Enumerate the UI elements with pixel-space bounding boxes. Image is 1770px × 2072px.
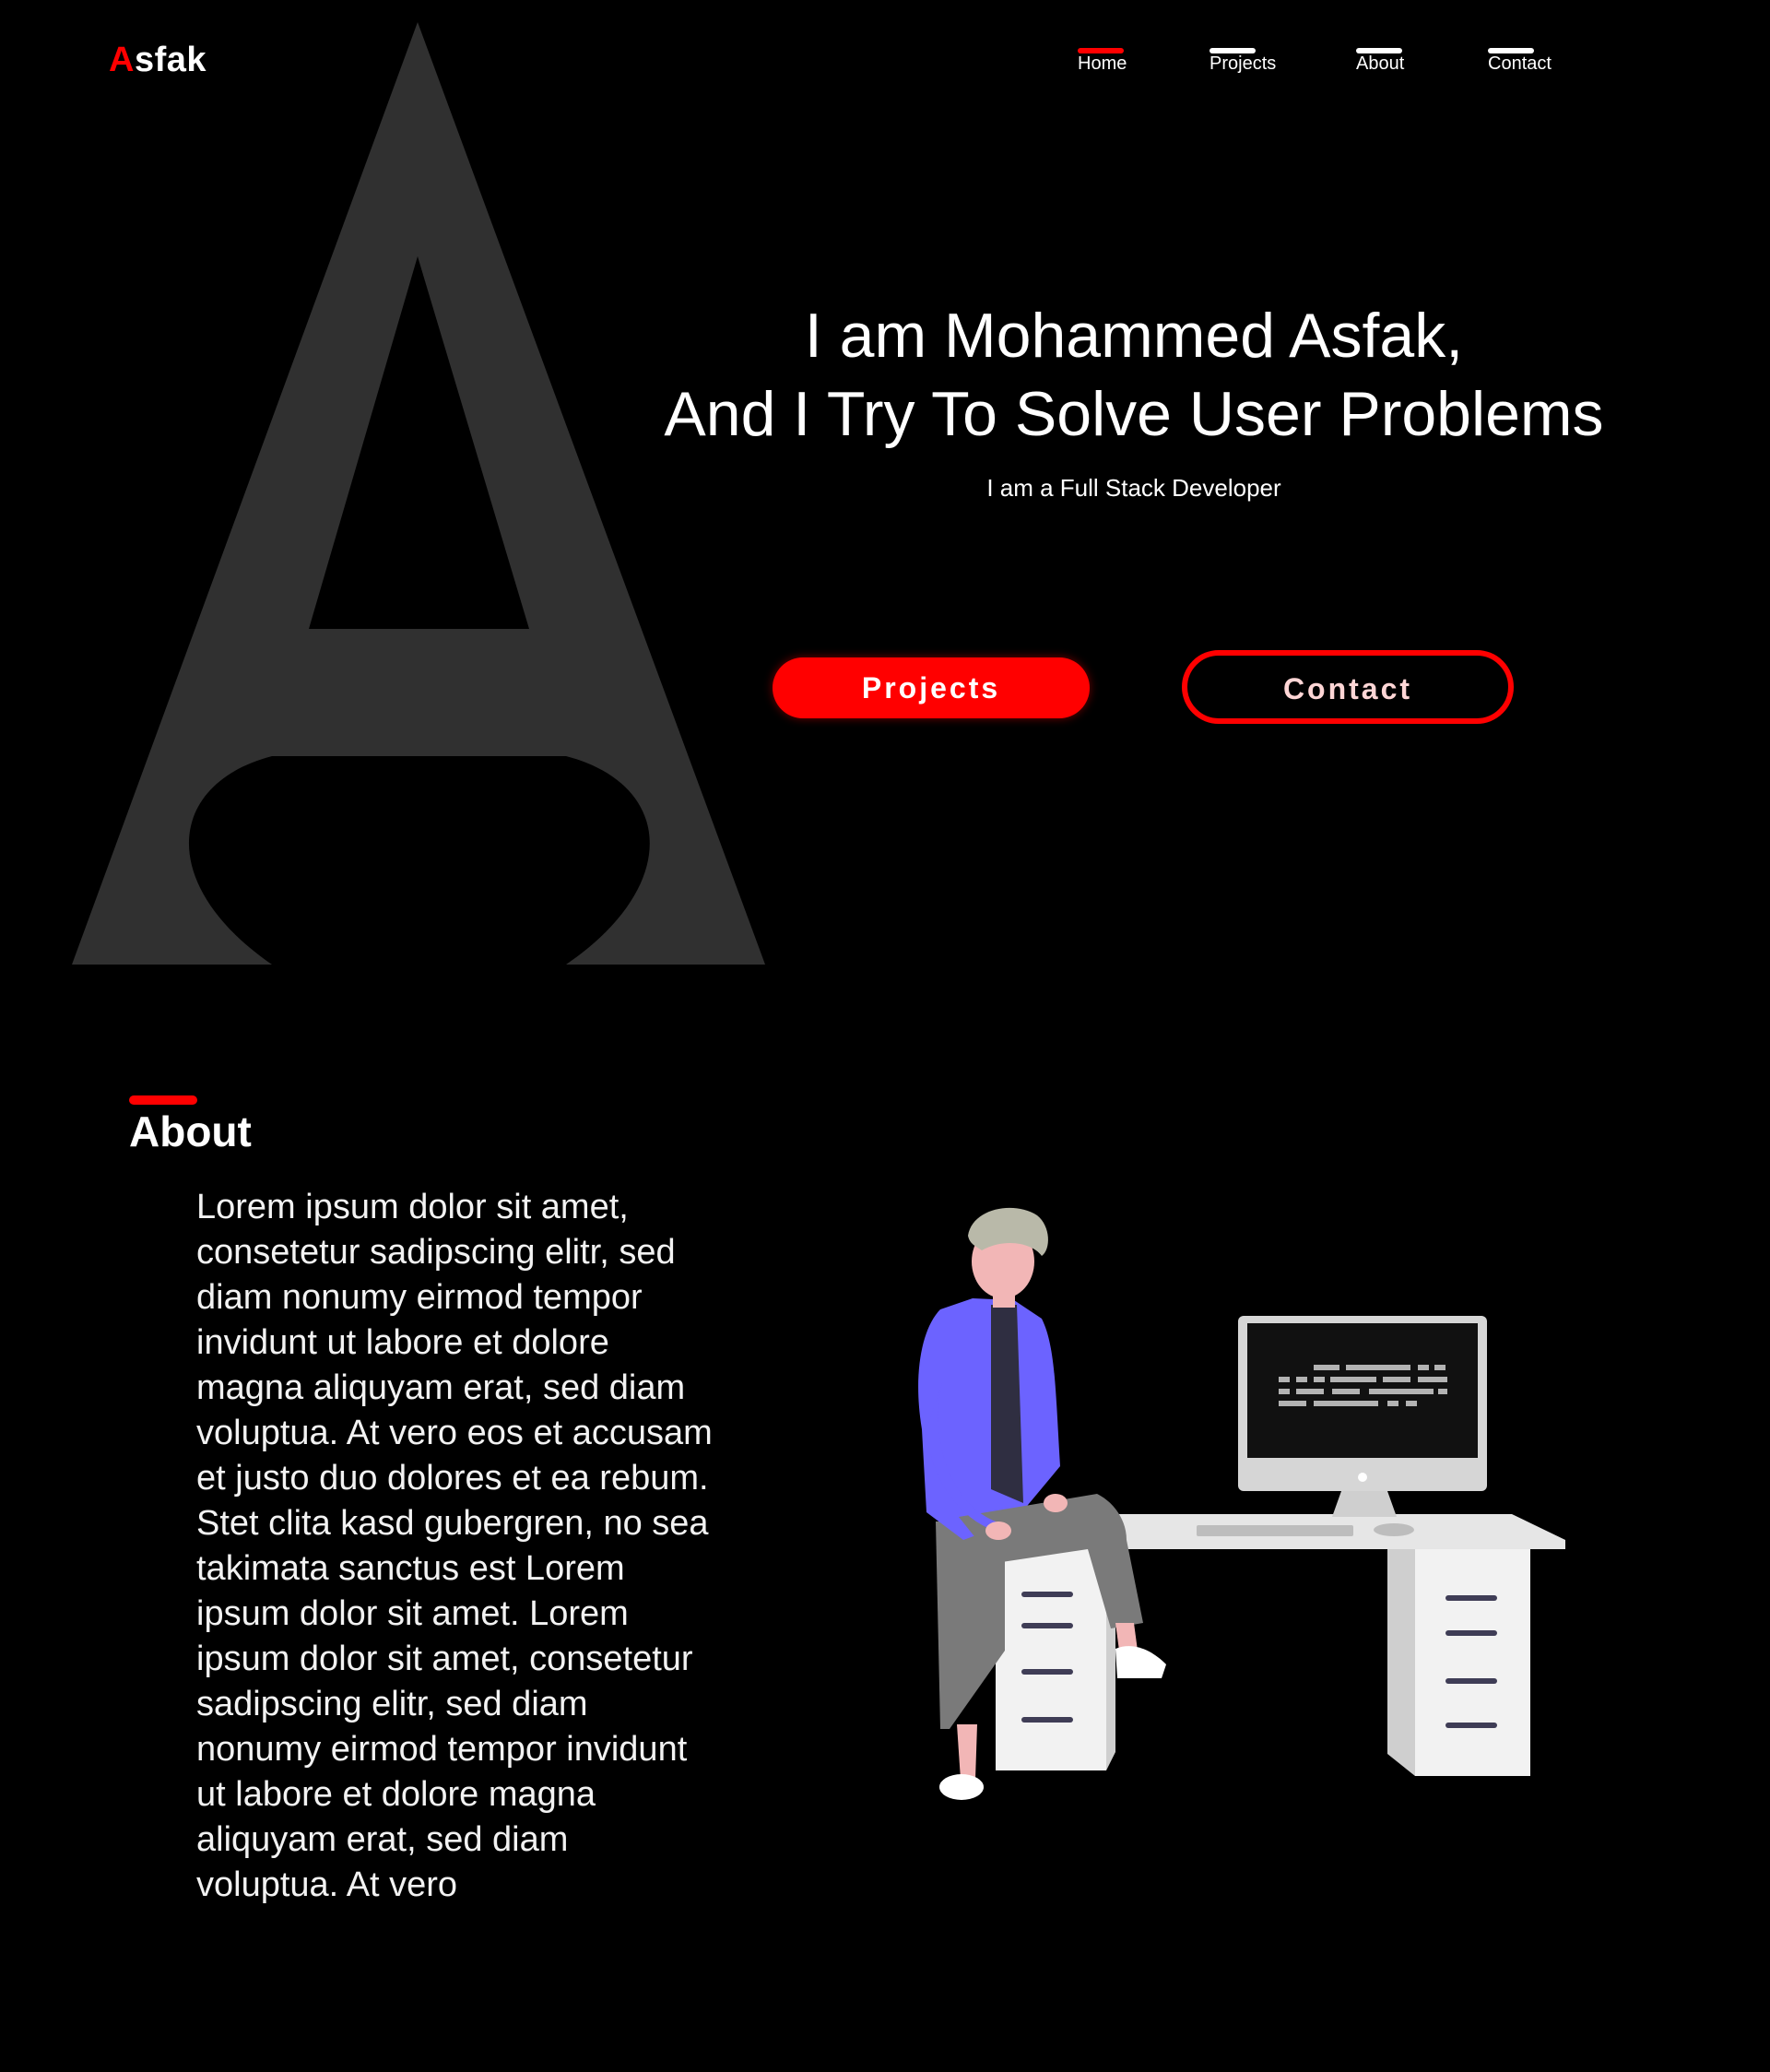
drawer-handle [1446, 1723, 1497, 1728]
drawer-handle [1021, 1592, 1073, 1597]
about-body-text: Lorem ipsum dolor sit amet, consetetur s… [196, 1188, 713, 1904]
hero-heading-line-1: I am Mohammed Asfak, [804, 301, 1464, 371]
hero-heading-line-2: And I Try To Solve User Problems [664, 379, 1604, 449]
drawer-handle [1021, 1669, 1073, 1675]
nav-item-home[interactable]: Home [1078, 46, 1127, 75]
person-shoe [939, 1774, 984, 1800]
nav-item-about[interactable]: About [1356, 46, 1404, 75]
desk-right-cabinet-side [1387, 1549, 1415, 1776]
nav-item-projects[interactable]: Projects [1210, 46, 1276, 75]
nav-indicator [1356, 48, 1402, 53]
hero-heading: I am Mohammed Asfak, And I Try To Solve … [627, 297, 1641, 454]
monitor-button [1358, 1473, 1367, 1482]
main-nav: Home Projects About Contact [0, 46, 1770, 83]
contact-button[interactable]: Contact [1182, 650, 1514, 724]
about-heading-indicator [129, 1095, 197, 1105]
nav-indicator [1210, 48, 1256, 53]
person-hand [985, 1521, 1011, 1540]
person-front-shoe [1115, 1646, 1166, 1678]
drawer-handle [1021, 1623, 1073, 1628]
hero-subtitle: I am a Full Stack Developer [986, 474, 1281, 502]
nav-indicator [1488, 48, 1534, 53]
about-heading: About [129, 1107, 252, 1155]
projects-button[interactable]: Projects [773, 657, 1090, 718]
mouse [1374, 1523, 1414, 1536]
nav-active-indicator [1078, 48, 1124, 53]
keyboard [1197, 1525, 1353, 1536]
desk-right-cabinet [1415, 1549, 1530, 1776]
drawer-handle [1446, 1595, 1497, 1601]
developer-at-desk-illustration [918, 1207, 1565, 1800]
desk-left-cabinet [996, 1549, 1106, 1770]
drawer-handle [1446, 1630, 1497, 1636]
monitor-stand [1332, 1491, 1397, 1517]
nav-item-contact[interactable]: Contact [1488, 46, 1552, 75]
drawer-handle [1021, 1717, 1073, 1723]
drawer-handle [1446, 1678, 1497, 1684]
person-hand [1044, 1494, 1068, 1512]
person-lower-leg [957, 1724, 977, 1780]
